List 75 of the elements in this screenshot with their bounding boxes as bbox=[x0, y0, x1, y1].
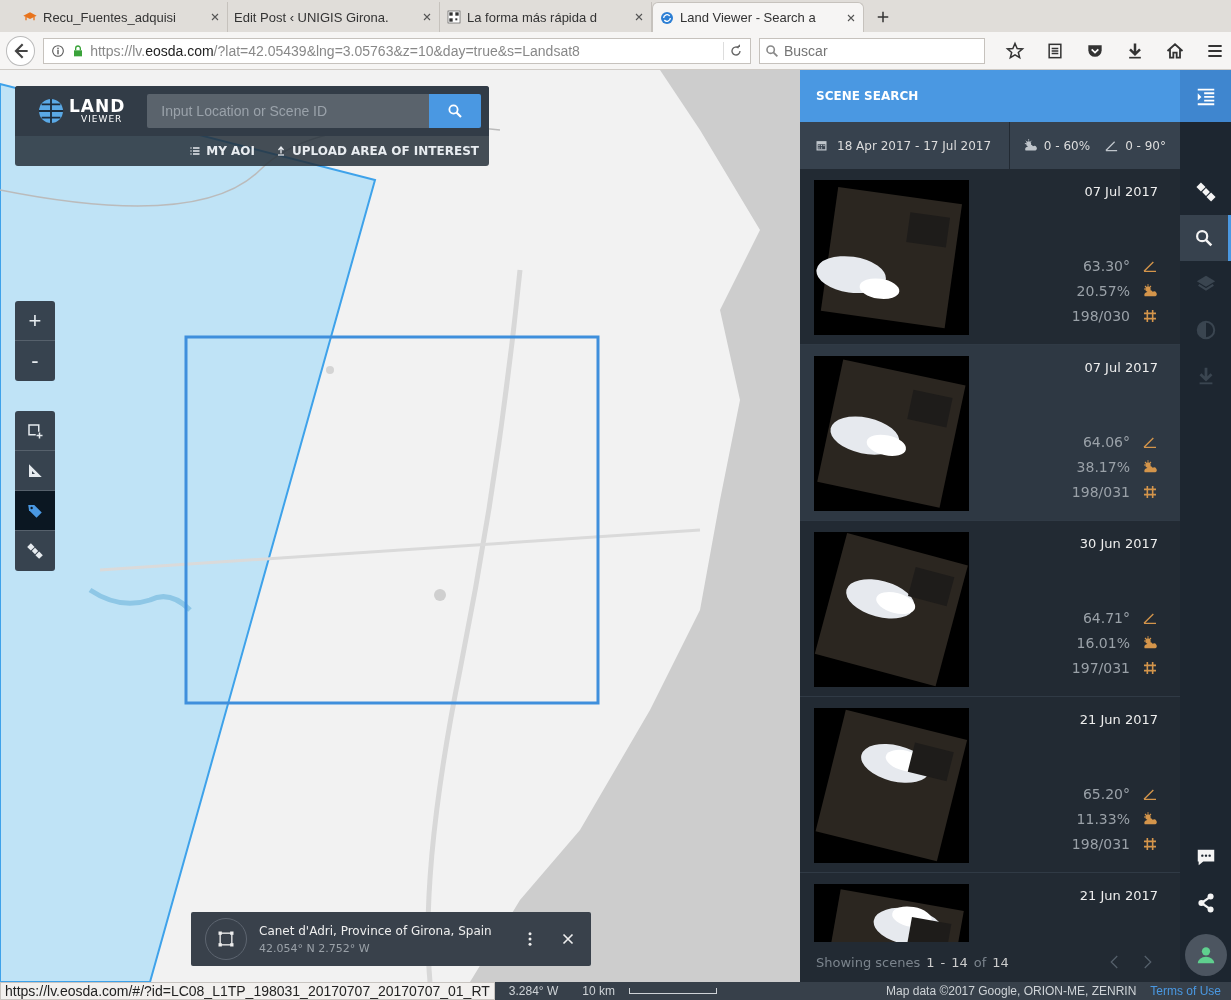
scene-count: Showing scenes 1 - 14 of 14 bbox=[816, 954, 1010, 970]
zoom-out-button[interactable]: - bbox=[15, 341, 55, 381]
rail-button[interactable] bbox=[1180, 215, 1231, 261]
panel-title: SCENE SEARCH bbox=[800, 70, 1180, 122]
scene-path: 198/030 bbox=[1071, 308, 1130, 324]
cloud-icon bbox=[1142, 635, 1158, 651]
scene-angle: 65.20° bbox=[1082, 786, 1130, 802]
location-name: Canet d'Adri, Province of Girona, Spain bbox=[259, 923, 493, 938]
scene-card[interactable]: 07 Jul 2017 63.30° 20.57% 198/030 bbox=[800, 169, 1180, 345]
back-button[interactable] bbox=[6, 35, 36, 66]
scene-cloud: 38.17% bbox=[1076, 459, 1130, 475]
scene-date: 21 Jun 2017 bbox=[1079, 712, 1158, 727]
add-area-icon bbox=[26, 421, 44, 440]
calendar-icon bbox=[814, 138, 829, 153]
logo-text: LAND bbox=[69, 98, 126, 115]
scene-card[interactable]: 21 Jun 2017 65.20° 11.33% 198/031 bbox=[800, 697, 1180, 873]
qr-code-icon bbox=[446, 9, 462, 25]
logo-subtext: VIEWER bbox=[80, 115, 124, 124]
date-filter[interactable]: 18 Apr 2017 - 17 Jul 2017 bbox=[800, 122, 1010, 169]
map-tool-button[interactable] bbox=[15, 491, 55, 531]
longitude: 3.284° W bbox=[508, 984, 559, 998]
location-coords: 42.054° N 2.752° W bbox=[259, 941, 371, 955]
close-icon[interactable] bbox=[209, 11, 221, 23]
scene-path: 197/031 bbox=[1071, 660, 1130, 676]
cloud-icon bbox=[1142, 283, 1158, 299]
search-button[interactable] bbox=[429, 94, 481, 128]
satellite-icon bbox=[26, 542, 44, 560]
scene-date: 21 Jun 2017 bbox=[1079, 888, 1158, 903]
list-icon bbox=[189, 145, 202, 157]
scene-cloud: 20.57% bbox=[1076, 283, 1130, 299]
reload-icon[interactable] bbox=[728, 42, 744, 59]
sync-icon bbox=[659, 9, 675, 26]
hash-icon bbox=[1142, 836, 1158, 852]
cloud-icon bbox=[1142, 811, 1158, 827]
hash-icon bbox=[1142, 660, 1158, 676]
scene-date: 07 Jul 2017 bbox=[1084, 184, 1158, 199]
scene-angle: 64.06° bbox=[1082, 434, 1130, 450]
scene-card[interactable]: 07 Jul 2017 64.06° 38.17% 198/031 bbox=[800, 345, 1180, 521]
hash-icon bbox=[1142, 484, 1158, 500]
link-preview: https://lv.eosda.com/#/?id=LC08_L1TP_198031_20170707_20170707_01_RT bbox=[0, 982, 495, 1000]
scale-label: 10 km bbox=[582, 984, 615, 998]
scene-angle: 64.71° bbox=[1082, 610, 1130, 626]
frame-icon bbox=[216, 929, 236, 949]
scene-cloud: 11.33% bbox=[1076, 811, 1130, 827]
close-icon[interactable] bbox=[633, 11, 645, 23]
terms-link[interactable]: Terms of Use bbox=[1150, 984, 1221, 998]
search-icon bbox=[764, 42, 780, 59]
scene-path: 198/031 bbox=[1071, 836, 1130, 852]
scene-date: 07 Jul 2017 bbox=[1084, 360, 1158, 375]
close-icon[interactable] bbox=[421, 11, 433, 23]
hash-icon bbox=[1142, 308, 1158, 324]
contrast-icon bbox=[1194, 319, 1217, 341]
user-avatar[interactable] bbox=[1184, 934, 1227, 976]
collapse-button[interactable] bbox=[1180, 70, 1231, 122]
scene-path: 198/031 bbox=[1071, 484, 1130, 500]
satellite-icon bbox=[1194, 181, 1217, 203]
cloud-icon bbox=[1022, 138, 1038, 153]
cloud-icon bbox=[1142, 459, 1158, 475]
browser-tab[interactable]: Land Viewer - Search a bbox=[652, 2, 864, 32]
header-link[interactable]: MY AOI bbox=[189, 144, 255, 158]
info-icon bbox=[50, 42, 67, 59]
search-field[interactable]: Buscar bbox=[759, 37, 985, 64]
search-icon bbox=[446, 102, 464, 120]
upload-icon bbox=[275, 145, 287, 157]
search-icon bbox=[1193, 227, 1215, 249]
scene-cloud: 16.01% bbox=[1076, 635, 1130, 651]
scene-angle: 63.30° bbox=[1082, 258, 1130, 274]
header-link[interactable]: UPLOAD AREA OF INTEREST bbox=[275, 144, 479, 158]
zoom-in-button[interactable]: + bbox=[15, 301, 55, 341]
cloud-angle-filter[interactable]: 0 - 60% 0 - 90° bbox=[1010, 122, 1180, 169]
attribution: Map data ©2017 Google, ORION-ME, ZENRIN bbox=[886, 984, 1137, 998]
scene-card[interactable]: 30 Jun 2017 64.71° 16.01% 197/031 bbox=[800, 521, 1180, 697]
search-field[interactable]: Input Location or Scene ID bbox=[147, 94, 429, 128]
star-icon[interactable] bbox=[1005, 40, 1025, 61]
scene-date: 30 Jun 2017 bbox=[1079, 536, 1158, 551]
